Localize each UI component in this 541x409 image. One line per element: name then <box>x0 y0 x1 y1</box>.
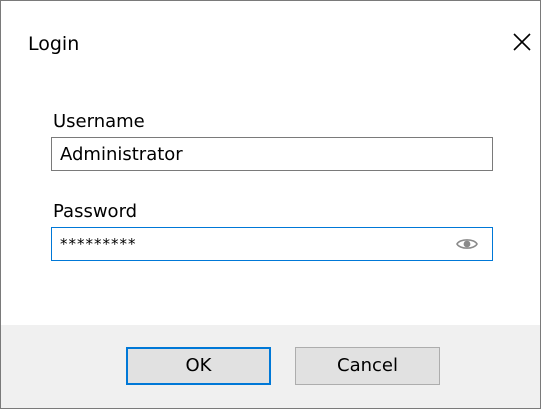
password-input[interactable] <box>52 228 492 260</box>
close-icon <box>505 25 539 59</box>
password-field-frame <box>51 227 493 261</box>
password-label: Password <box>53 201 138 222</box>
ok-button[interactable]: OK <box>126 347 271 385</box>
close-button[interactable] <box>505 25 539 59</box>
username-label: Username <box>53 111 145 132</box>
login-dialog: Login Username Password OK Cancel <box>0 0 541 409</box>
eye-icon[interactable] <box>456 237 478 251</box>
button-bar: OK Cancel <box>1 325 540 408</box>
cancel-button[interactable]: Cancel <box>295 347 440 385</box>
dialog-title: Login <box>28 33 80 55</box>
username-field-frame <box>51 137 493 171</box>
username-input[interactable] <box>52 138 492 170</box>
title-bar: Login <box>1 1 540 61</box>
